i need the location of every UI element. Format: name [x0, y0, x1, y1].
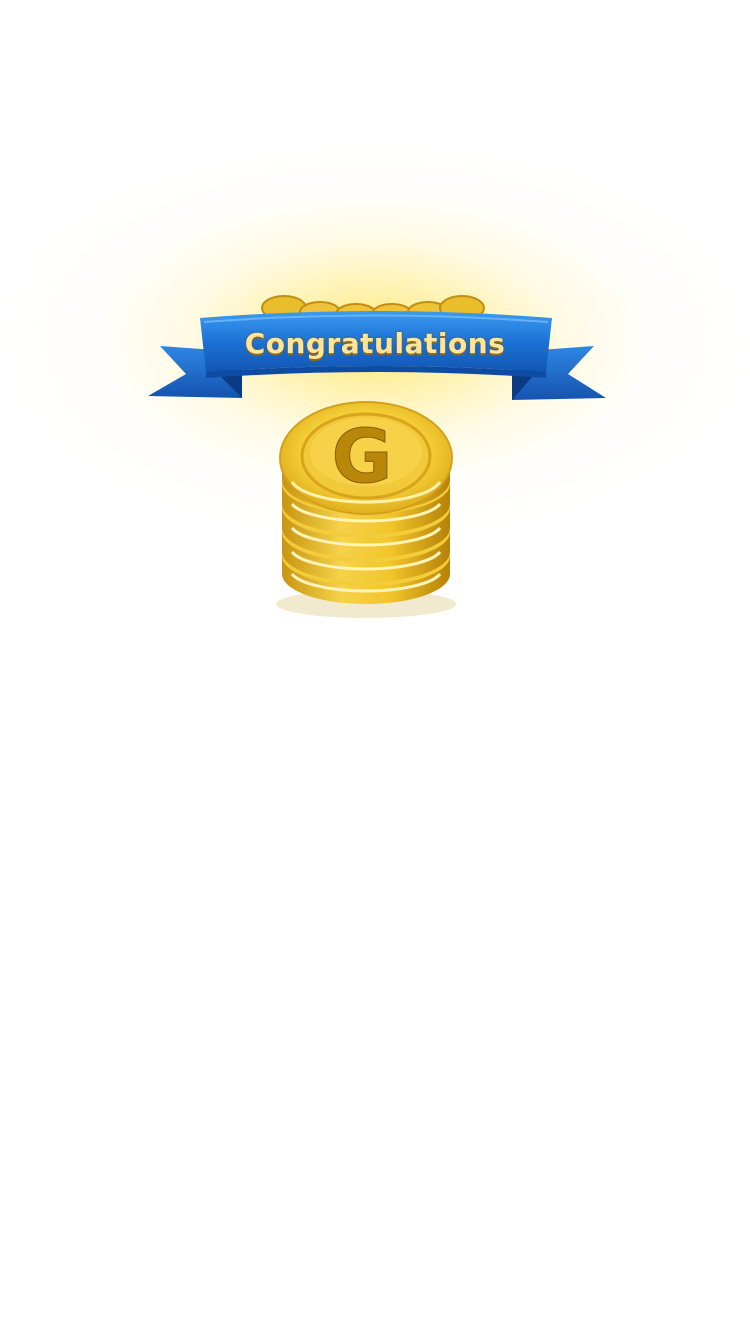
coin-stack-icon: G	[276, 401, 456, 618]
coin-letter: G	[332, 414, 393, 500]
banner-title: Congratulations	[244, 327, 506, 360]
reward-illustration: G	[148, 295, 606, 618]
reward-screen: G Congratulations	[0, 0, 750, 1334]
